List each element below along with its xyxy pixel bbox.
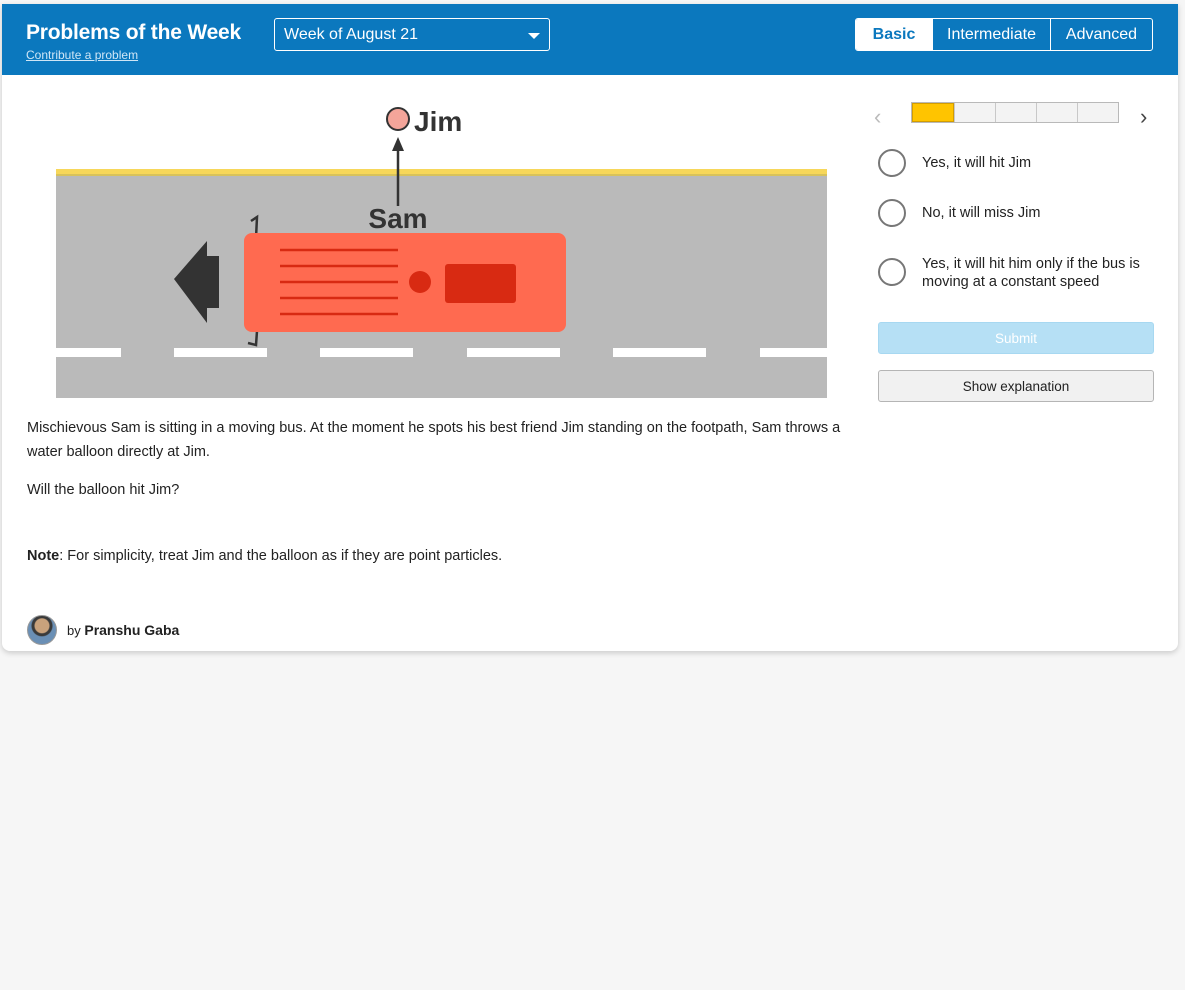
- chevron-right-icon[interactable]: ›: [1140, 104, 1147, 130]
- show-explanation-button[interactable]: Show explanation: [878, 370, 1154, 402]
- answer-choice-2[interactable]: No, it will miss Jim: [878, 199, 1158, 227]
- curb-stripe: [56, 169, 827, 174]
- progress-segment: [954, 103, 995, 122]
- sam-label: Sam: [368, 203, 427, 234]
- radio-button[interactable]: [878, 149, 906, 177]
- choice-label: Yes, it will hit Jim: [922, 155, 1032, 171]
- answer-choice-3[interactable]: Yes, it will hit him only if the bus is …: [878, 256, 1158, 291]
- problem-note: Note: For simplicity, treat Jim and the …: [27, 548, 502, 564]
- jim-dot: [386, 107, 410, 131]
- problem-question: Will the balloon hit Jim?: [27, 482, 180, 498]
- throw-arrow-icon: [392, 137, 404, 151]
- page-title: Problems of the Week: [26, 21, 242, 44]
- jim-label: Jim: [414, 106, 462, 137]
- week-select-value: Week of August 21: [284, 26, 419, 43]
- problem-card: Problems of the Week Contribute a proble…: [2, 4, 1178, 651]
- progress-segment: [1036, 103, 1077, 122]
- author-text: by Pranshu Gaba: [67, 622, 179, 638]
- author-byline: by Pranshu Gaba: [27, 615, 179, 645]
- note-text: : For simplicity, treat Jim and the ball…: [59, 548, 503, 564]
- chevron-left-icon[interactable]: ‹: [874, 104, 881, 130]
- progress-segment: [1077, 103, 1118, 122]
- header-bar: Problems of the Week Contribute a proble…: [2, 4, 1178, 75]
- level-tabs: Basic Intermediate Advanced: [855, 18, 1153, 51]
- choice-label: No, it will miss Jim: [922, 205, 1041, 221]
- avatar[interactable]: [27, 615, 57, 645]
- bus-cabin: [445, 264, 516, 303]
- progress-bar: [911, 102, 1119, 123]
- week-select[interactable]: Week of August 21: [274, 18, 550, 51]
- sam-dot: [409, 271, 431, 293]
- problem-text: Mischievous Sam is sitting in a moving b…: [27, 420, 841, 460]
- note-label: Note: [27, 548, 60, 564]
- tab-basic[interactable]: Basic: [856, 19, 932, 50]
- tab-advanced[interactable]: Advanced: [1050, 19, 1152, 50]
- choice-label: Yes, it will hit him only if the bus is …: [922, 256, 1140, 290]
- author-name[interactable]: Pranshu Gaba: [84, 622, 179, 638]
- caret-down-icon: [528, 33, 540, 39]
- answer-choice-1[interactable]: Yes, it will hit Jim: [878, 149, 1158, 177]
- progress-segment: [995, 103, 1036, 122]
- radio-button[interactable]: [878, 258, 906, 286]
- contribute-link[interactable]: Contribute a problem: [26, 48, 138, 62]
- tab-intermediate[interactable]: Intermediate: [932, 19, 1050, 50]
- author-prefix: by: [67, 623, 81, 638]
- bus-illustration: Jim Sam: [56, 106, 827, 398]
- curb-edge: [56, 174, 827, 176]
- submit-button[interactable]: Submit: [878, 322, 1154, 354]
- progress-segment: [912, 103, 954, 122]
- radio-button[interactable]: [878, 199, 906, 227]
